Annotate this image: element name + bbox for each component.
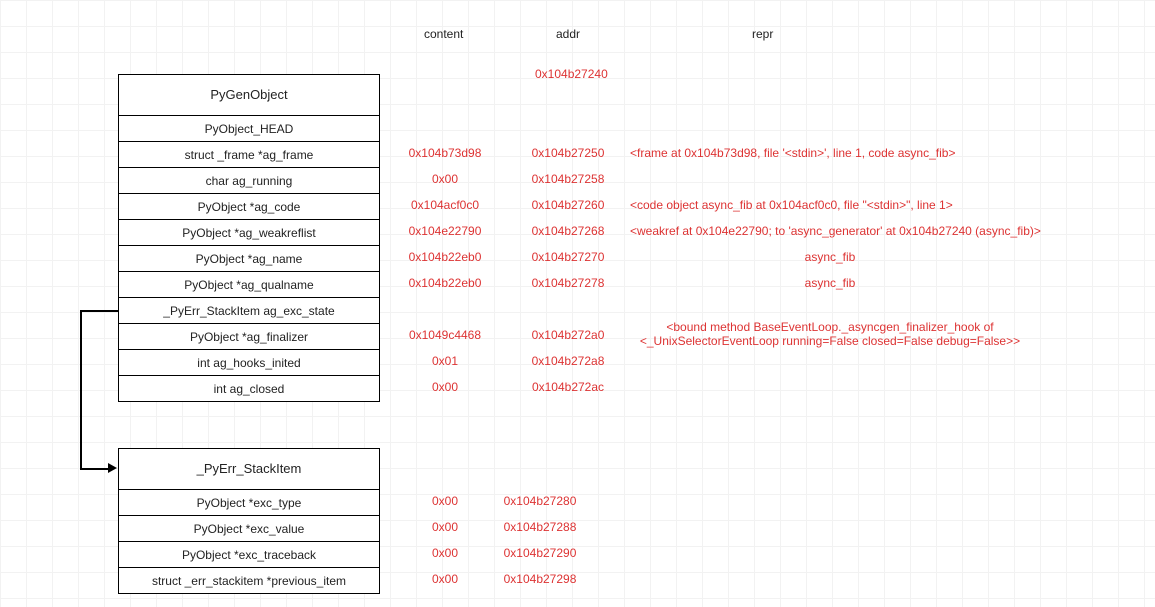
addr-value: 0x104b27250: [532, 146, 605, 160]
content-value: 0x104b22eb0: [409, 250, 482, 264]
addr-value: 0x104b27280: [504, 494, 577, 508]
box-title: PyGenObject: [119, 75, 379, 115]
struct-row: PyObject *ag_code: [119, 193, 379, 219]
struct-row: struct _err_stackitem *previous_item: [119, 567, 379, 593]
addr-value: 0x104b27268: [532, 224, 605, 238]
content-value: 0x00: [432, 520, 458, 534]
repr-value: async_fib: [805, 250, 856, 264]
struct-row: int ag_closed: [119, 375, 379, 401]
struct-row: PyObject *exc_traceback: [119, 541, 379, 567]
addr-value: 0x104b272a0: [532, 328, 605, 342]
addr-value: 0x104b27290: [504, 546, 577, 560]
struct-row: PyObject *ag_name: [119, 245, 379, 271]
content-value: 0x00: [432, 172, 458, 186]
arrow-segment: [80, 310, 118, 312]
addr-value: 0x104b27278: [532, 276, 605, 290]
repr-value: <code object async_fib at 0x104acf0c0, f…: [630, 198, 953, 212]
top-addr-value: 0x104b27240: [535, 67, 608, 81]
addr-value: 0x104b27298: [504, 572, 577, 586]
repr-value: <weakref at 0x104e22790; to 'async_gener…: [630, 224, 1041, 238]
struct-row: PyObject *ag_weakreflist: [119, 219, 379, 245]
addr-value: 0x104b27258: [532, 172, 605, 186]
content-value: 0x104b22eb0: [409, 276, 482, 290]
col-header-addr: addr: [556, 27, 580, 41]
addr-value: 0x104b27260: [532, 198, 605, 212]
content-value: 0x00: [432, 494, 458, 508]
content-value: 0x104b73d98: [409, 146, 482, 160]
struct-row: PyObject *exc_type: [119, 489, 379, 515]
content-value: 0x104acf0c0: [411, 198, 479, 212]
content-value: 0x00: [432, 546, 458, 560]
addr-value: 0x104b272ac: [532, 380, 604, 394]
content-value: 0x01: [432, 354, 458, 368]
struct-row: PyObject_HEAD: [119, 115, 379, 141]
struct-row: PyObject *ag_finalizer: [119, 323, 379, 349]
addr-value: 0x104b272a8: [532, 354, 605, 368]
struct-row: struct _frame *ag_frame: [119, 141, 379, 167]
content-value: 0x1049c4468: [409, 328, 481, 342]
arrow-segment: [80, 310, 82, 468]
struct-box-pygenobject: PyGenObject PyObject_HEADstruct _frame *…: [118, 74, 380, 402]
struct-row: _PyErr_StackItem ag_exc_state: [119, 297, 379, 323]
struct-row: char ag_running: [119, 167, 379, 193]
col-header-repr: repr: [752, 27, 773, 41]
addr-value: 0x104b27270: [532, 250, 605, 264]
content-value: 0x00: [432, 572, 458, 586]
arrow-segment: [80, 468, 110, 470]
arrow-head-icon: [108, 463, 117, 473]
struct-row: int ag_hooks_inited: [119, 349, 379, 375]
repr-value: <bound method BaseEventLoop._asyncgen_fi…: [640, 320, 1020, 348]
addr-value: 0x104b27288: [504, 520, 577, 534]
repr-value: async_fib: [805, 276, 856, 290]
content-value: 0x00: [432, 380, 458, 394]
box-title: _PyErr_StackItem: [119, 449, 379, 489]
col-header-content: content: [424, 27, 463, 41]
content-value: 0x104e22790: [409, 224, 482, 238]
struct-box-pyerrstackitem: _PyErr_StackItem PyObject *exc_typePyObj…: [118, 448, 380, 594]
repr-value: <frame at 0x104b73d98, file '<stdin>', l…: [630, 146, 955, 160]
struct-row: PyObject *exc_value: [119, 515, 379, 541]
struct-row: PyObject *ag_qualname: [119, 271, 379, 297]
